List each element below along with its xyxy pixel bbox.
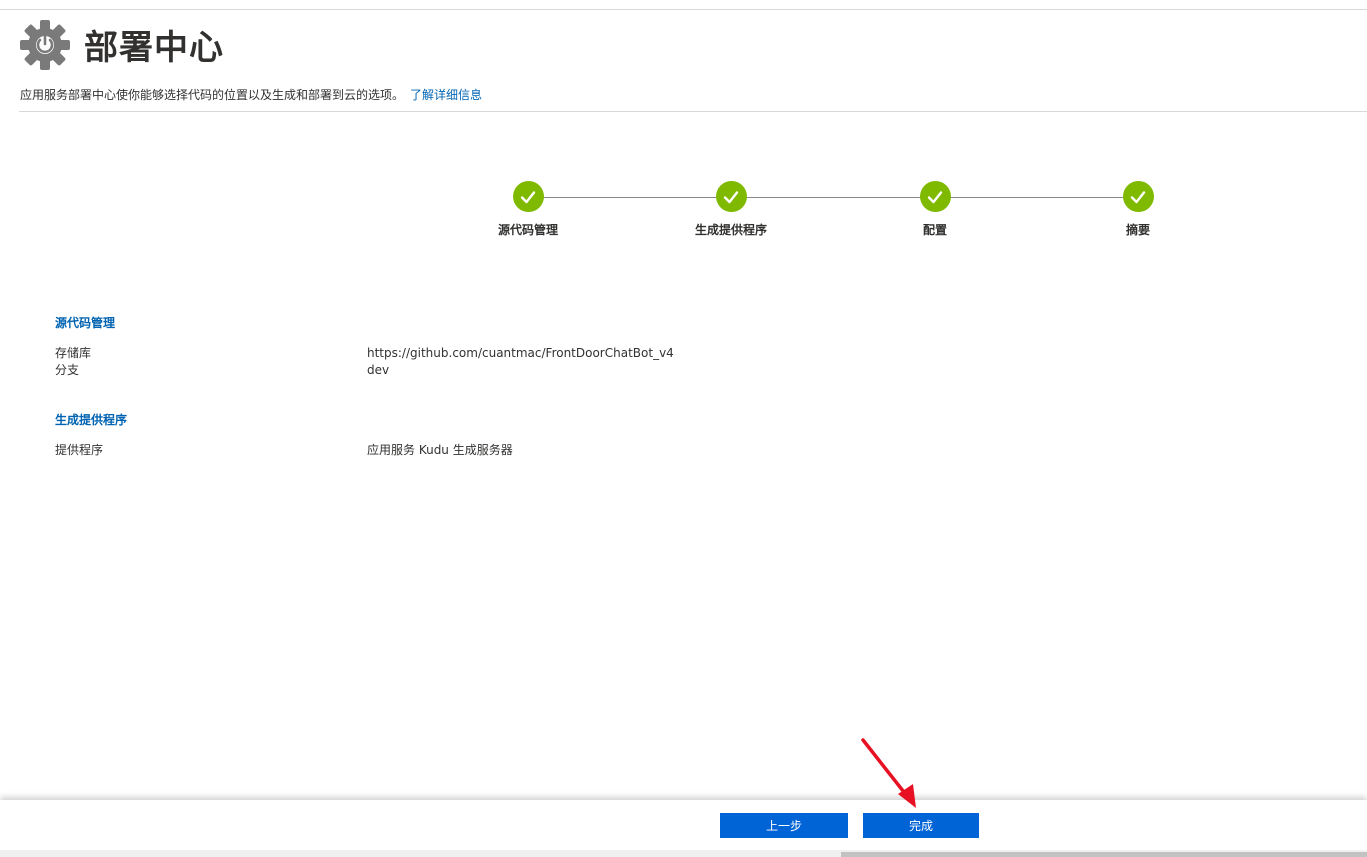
step-source-control: 源代码管理 (463, 181, 593, 238)
description-text: 应用服务部署中心使你能够选择代码的位置以及生成和部署到云的选项。 (20, 88, 405, 102)
source-control-section-title: 源代码管理 (55, 316, 116, 330)
gear-power-icon (20, 20, 70, 70)
step-configure: 配置 (870, 181, 1000, 238)
header-divider (19, 111, 1367, 112)
learn-more-link[interactable]: 了解详细信息 (410, 88, 482, 102)
step-summary: 摘要 (1073, 181, 1203, 238)
step-label: 配置 (922, 223, 947, 237)
step-label: 生成提供程序 (694, 223, 767, 237)
step-complete-check-icon (715, 181, 747, 212)
deployment-center-page: 部署中心 应用服务部署中心使你能够选择代码的位置以及生成和部署到云的选项。 了解详… (0, 0, 1367, 857)
previous-button[interactable]: 上一步 (720, 813, 848, 838)
top-border (0, 9, 1367, 10)
annotation-arrow-icon (861, 738, 916, 808)
page-description: 应用服务部署中心使你能够选择代码的位置以及生成和部署到云的选项。 了解详细信息 (20, 86, 482, 104)
step-complete-check-icon (919, 181, 951, 212)
repository-label: 存储库 (55, 346, 92, 360)
build-provider-section-title: 生成提供程序 (55, 413, 128, 427)
step-label: 源代码管理 (497, 223, 558, 237)
stepper-connector-line (528, 197, 1138, 198)
horizontal-scrollbar-thumb[interactable] (841, 852, 1367, 857)
branch-label: 分支 (55, 363, 80, 377)
page-title: 部署中心 (84, 28, 224, 68)
finish-button[interactable]: 完成 (863, 813, 979, 838)
repository-value: https://github.com/cuantmac/FrontDoorCha… (367, 346, 674, 360)
provider-value: 应用服务 Kudu 生成服务器 (367, 443, 513, 457)
branch-value: dev (367, 363, 390, 377)
step-build-provider: 生成提供程序 (666, 181, 796, 238)
step-complete-check-icon (1122, 181, 1154, 212)
step-complete-check-icon (512, 181, 544, 212)
footer-bar: 上一步 完成 (0, 800, 1367, 857)
step-label: 摘要 (1125, 223, 1150, 237)
provider-label: 提供程序 (55, 443, 104, 457)
